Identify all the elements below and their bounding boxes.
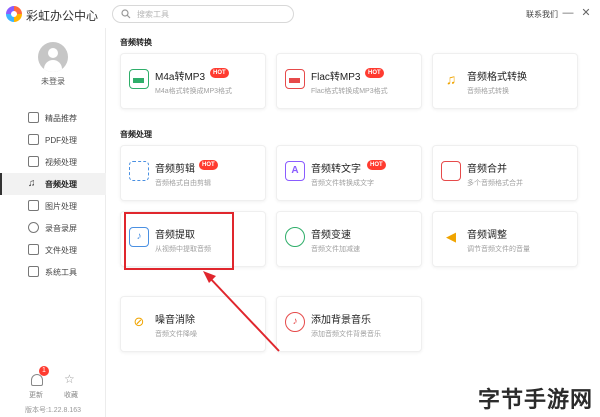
sidebar-item-label: PDF处理 <box>45 136 77 145</box>
card-desc: 音频文件降噪 <box>155 331 197 338</box>
sidebar-item-label: 精品推荐 <box>45 114 77 123</box>
card-title: 音频转文字 <box>311 164 361 175</box>
video-icon <box>28 156 39 167</box>
rainbow-logo-icon <box>6 6 22 22</box>
hot-badge: HOT <box>365 68 384 78</box>
search-input[interactable] <box>137 7 287 21</box>
card-title: 音频变速 <box>311 230 351 241</box>
update-icon[interactable] <box>31 374 43 386</box>
login-status[interactable]: 未登录 <box>0 76 106 87</box>
minimize-button[interactable]: — <box>561 6 575 20</box>
sidebar-item-label: 图片处理 <box>45 202 77 211</box>
card-desc: M4a格式转换成MP3格式 <box>155 88 233 95</box>
sidebar-item-file[interactable]: 文件处理 <box>0 239 106 261</box>
folder-icon <box>28 244 39 255</box>
extract-audio-icon: ♪ <box>129 227 149 247</box>
card-desc: 调节音频文件的音量 <box>467 246 530 253</box>
card-audio-extract[interactable]: ♪ 音频提取 从视频中提取音频 <box>120 211 266 267</box>
flac-file-icon <box>285 69 305 89</box>
card-desc: 音频文件转换成文字 <box>311 180 374 187</box>
card-m4a-to-mp3[interactable]: M4a转MP3 HOT M4a格式转换成MP3格式 <box>120 53 266 109</box>
card-title: 音频格式转换 <box>467 72 527 83</box>
card-noise-removal[interactable]: ⊘ 噪音消除 音频文件降噪 <box>120 296 266 352</box>
crop-icon <box>129 161 149 181</box>
section-title-processing: 音频处理 <box>120 130 152 139</box>
card-desc: 音频格式自由剪辑 <box>155 180 211 187</box>
close-button[interactable]: ✕ <box>579 6 593 20</box>
sidebar-item-recommend[interactable]: 精品推荐 <box>0 107 106 129</box>
card-audio-volume[interactable]: ◀ 音频调整 调节音频文件的音量 <box>432 211 578 267</box>
merge-icon <box>441 161 461 181</box>
sidebar-item-label: 文件处理 <box>45 246 77 255</box>
sidebar-item-label: 录音录屏 <box>45 224 77 233</box>
sidebar: 未登录 精品推荐 PDF处理 视频处理 ♫ 音频处理 图片处理 录音录屏 文件处… <box>0 28 106 417</box>
sidebar-item-video[interactable]: 视频处理 <box>0 151 106 173</box>
speed-icon <box>285 227 305 247</box>
card-title: 噪音消除 <box>155 315 195 326</box>
add-music-icon: ♪ <box>285 312 305 332</box>
system-icon <box>28 266 39 277</box>
card-audio-speed[interactable]: 音频变速 音频文件加减速 <box>276 211 422 267</box>
card-desc: 从视频中提取音频 <box>155 246 211 253</box>
version-text: 版本号:1.22.8.163 <box>24 407 82 414</box>
hot-badge: HOT <box>199 160 218 170</box>
search-icon <box>121 9 131 19</box>
search-box[interactable] <box>112 5 294 23</box>
section-title-conversion: 音频转换 <box>120 38 152 47</box>
card-audio-to-text[interactable]: A 音频转文字 HOT 音频文件转换成文字 <box>276 145 422 201</box>
main-content: 音频转换 M4a转MP3 HOT M4a格式转换成MP3格式 Flac转MP3 … <box>106 28 600 417</box>
contact-us-link[interactable]: 联系我们 <box>526 9 558 20</box>
card-audio-format[interactable]: ♫ 音频格式转换 音频格式转换 <box>432 53 578 109</box>
avatar-head-icon <box>48 48 58 58</box>
watermark: 字节手游网 <box>478 387 594 412</box>
app-title: 彩虹办公中心 <box>26 9 99 23</box>
card-audio-cut[interactable]: 音频剪辑 HOT 音频格式自由剪辑 <box>120 145 266 201</box>
card-desc: 添加音频文件背景音乐 <box>311 331 381 338</box>
sidebar-item-image[interactable]: 图片处理 <box>0 195 106 217</box>
card-desc: 音频格式转换 <box>467 88 509 95</box>
sidebar-item-audio[interactable]: ♫ 音频处理 <box>0 173 106 195</box>
sidebar-item-system[interactable]: 系统工具 <box>0 261 106 283</box>
card-title: M4a转MP3 <box>155 72 206 83</box>
card-desc: 音频文件加减速 <box>311 246 360 253</box>
volume-icon: ◀ <box>446 229 456 244</box>
card-title: 音频合并 <box>467 164 507 175</box>
sidebar-item-label: 系统工具 <box>45 268 77 277</box>
card-desc: Flac格式转换成MP3格式 <box>311 88 388 95</box>
card-title: 音频提取 <box>155 230 195 241</box>
card-flac-to-mp3[interactable]: Flac转MP3 HOT Flac格式转换成MP3格式 <box>276 53 422 109</box>
thumbs-up-icon <box>28 112 39 123</box>
title-bar: 彩虹办公中心 联系我们 — ✕ <box>0 0 600 28</box>
card-title: 添加背景音乐 <box>311 315 371 326</box>
hot-badge: HOT <box>367 160 386 170</box>
sidebar-item-pdf[interactable]: PDF处理 <box>0 129 106 151</box>
sidebar-item-label: 视频处理 <box>45 158 77 167</box>
image-icon <box>28 200 39 211</box>
music-note-icon: ♫ <box>445 71 457 87</box>
card-title: Flac转MP3 <box>311 72 361 83</box>
sidebar-item-record[interactable]: 录音录屏 <box>0 217 106 239</box>
card-desc: 多个音频格式合并 <box>467 180 523 187</box>
record-icon <box>28 222 39 233</box>
music-icon: ♫ <box>28 178 36 189</box>
update-label[interactable]: 更新 <box>29 390 43 400</box>
card-audio-merge[interactable]: 音频合并 多个音频格式合并 <box>432 145 578 201</box>
m4a-file-icon <box>129 69 149 89</box>
star-icon[interactable]: ☆ <box>64 372 75 386</box>
update-badge: 1 <box>39 366 49 376</box>
hot-badge: HOT <box>210 68 229 78</box>
card-add-bgm[interactable]: ♪ 添加背景音乐 添加音频文件背景音乐 <box>276 296 422 352</box>
pdf-icon <box>28 134 39 145</box>
card-title: 音频剪辑 <box>155 164 195 175</box>
sidebar-item-label: 音频处理 <box>45 180 77 189</box>
avatar[interactable] <box>38 42 68 72</box>
avatar-body-icon <box>44 60 62 72</box>
noise-off-icon: ⊘ <box>133 314 145 329</box>
text-icon: A <box>285 161 305 181</box>
favorite-label[interactable]: 收藏 <box>64 390 78 400</box>
card-title: 音频调整 <box>467 230 507 241</box>
